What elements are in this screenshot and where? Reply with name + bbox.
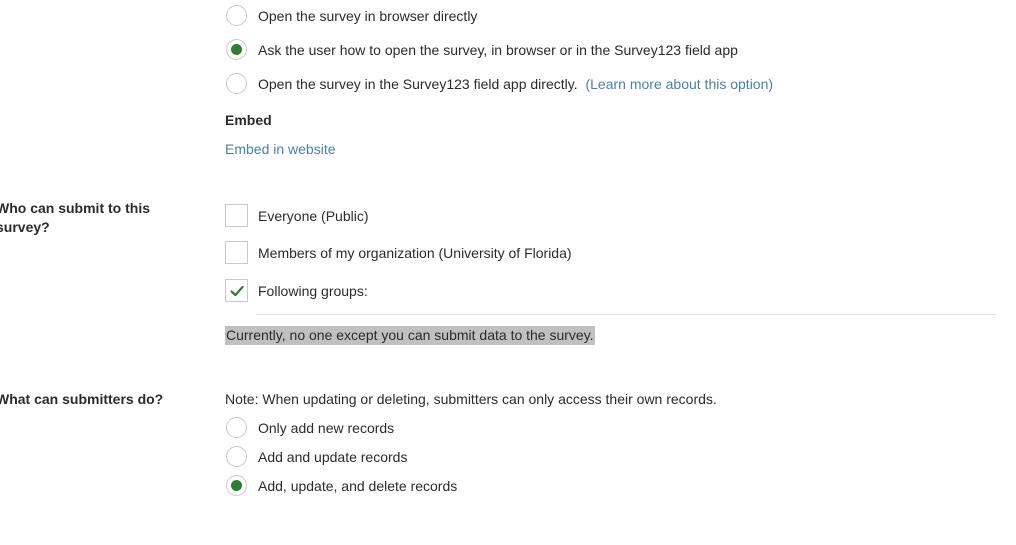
submitters-note: Note: When updating or deleting, submitt… [225,391,717,407]
submitters-can-do-label: What can submitters do? [0,391,164,407]
radio-open-field-app[interactable] [226,73,247,94]
submit-notice: Currently, no one except you can submit … [225,326,595,345]
who-can-submit-label: Who can submit to this survey? [0,199,150,237]
organization-label: Members of my organization (University o… [258,245,572,261]
add-update-label: Add and update records [258,449,408,465]
checkbox-following-groups[interactable] [225,279,248,302]
everyone-label: Everyone (Public) [258,208,369,224]
checkmark-icon [230,285,244,297]
radio-only-add[interactable] [226,417,247,438]
open-browser-label: Open the survey in browser directly [258,8,478,24]
only-add-label: Only add new records [258,420,395,436]
embed-heading: Embed [225,112,272,128]
learn-more-link[interactable]: (Learn more about this option) [585,76,773,92]
checkbox-organization[interactable] [225,241,248,264]
radio-open-browser[interactable] [226,5,247,26]
add-update-delete-label: Add, update, and delete records [258,478,458,494]
open-field-app-text: Open the survey in the Survey123 field a… [258,76,578,92]
embed-in-website-link[interactable]: Embed in website [225,141,336,158]
following-groups-label: Following groups: [258,283,368,299]
open-field-app-label: Open the survey in the Survey123 field a… [258,76,773,93]
checkbox-everyone[interactable] [225,204,248,227]
who-can-submit-line1: Who can submit to this [0,200,150,216]
radio-add-update-delete[interactable] [226,475,247,496]
who-can-submit-line2: survey? [0,219,50,235]
radio-ask-user[interactable] [226,39,247,60]
radio-add-update[interactable] [226,446,247,467]
groups-divider [256,314,996,315]
ask-user-label: Ask the user how to open the survey, in … [258,42,738,58]
